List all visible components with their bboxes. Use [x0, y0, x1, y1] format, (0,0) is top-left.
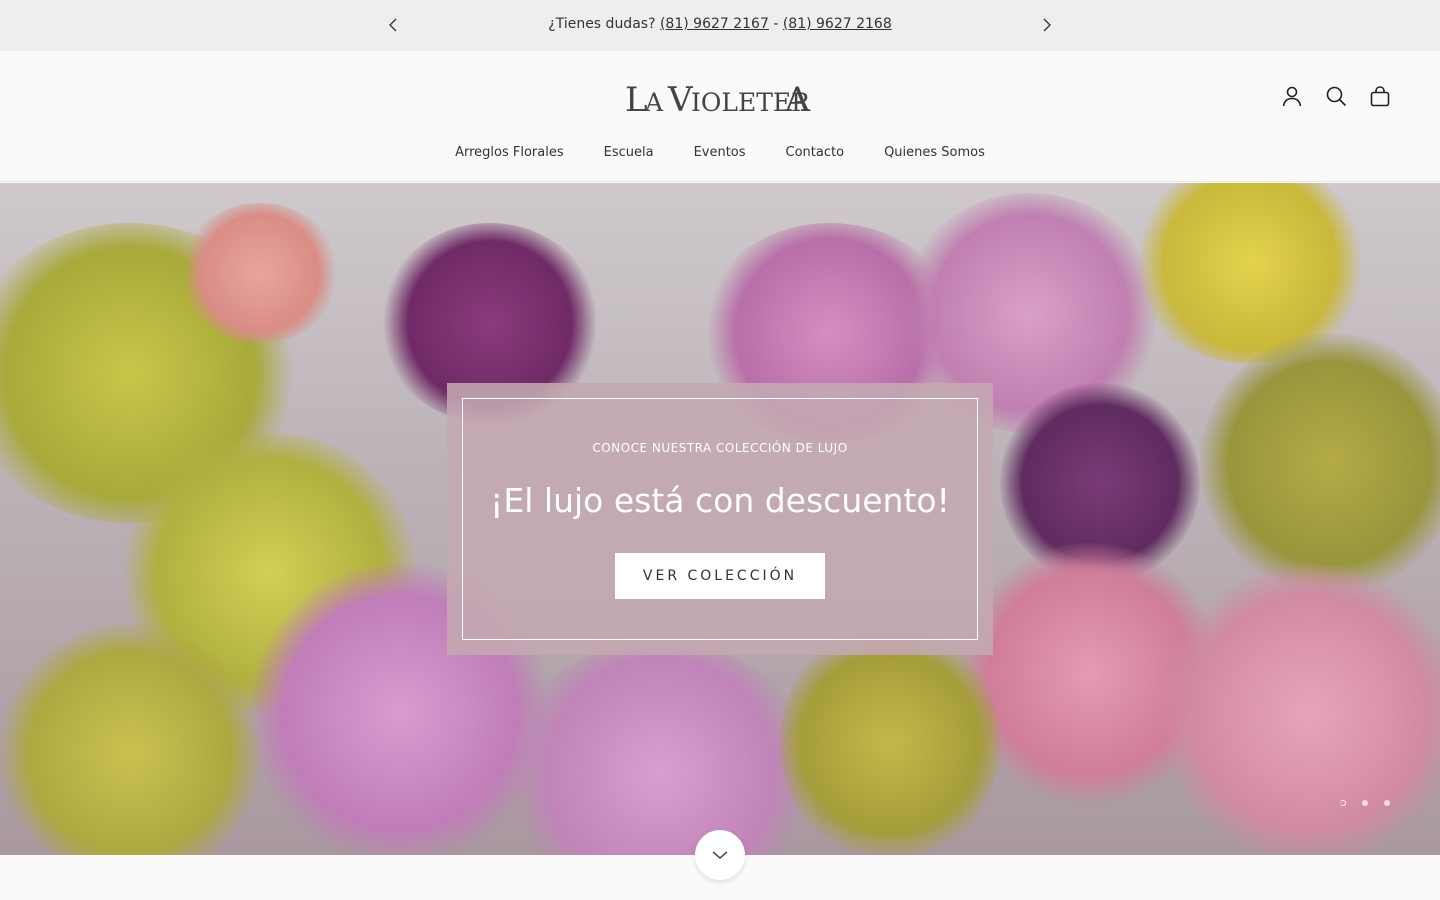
slide-dot-2[interactable] — [1362, 800, 1368, 806]
la-violetera-logo: L A V IOLETER A — [625, 80, 811, 118]
nav-eventos[interactable]: Eventos — [694, 145, 746, 160]
phone-link-2[interactable]: (81) 9627 2168 — [783, 16, 892, 32]
account-button[interactable] — [1280, 84, 1304, 108]
hero-promo-card: CONOCE NUESTRA COLECCIÓN DE LUJO ¡El luj… — [447, 383, 993, 655]
svg-text:A: A — [644, 88, 664, 117]
announcement-text: ¿Tienes dudas? (81) 9627 2167 - (81) 962… — [0, 16, 1440, 32]
announcement-bar: ¿Tienes dudas? (81) 9627 2167 - (81) 962… — [0, 0, 1440, 51]
hero-slideshow: CONOCE NUESTRA COLECCIÓN DE LUJO ¡El luj… — [0, 183, 1440, 855]
svg-text:V: V — [667, 80, 694, 118]
main-navigation: Arreglos Florales Escuela Eventos Contac… — [0, 145, 1440, 160]
slideshow-dots — [1340, 800, 1390, 806]
brand-logo[interactable]: L A V IOLETER A — [600, 77, 840, 119]
scroll-down-button[interactable] — [695, 830, 745, 880]
cart-button[interactable] — [1368, 84, 1392, 108]
hero-headline: ¡El lujo está con descuento! — [490, 481, 950, 520]
nav-contacto[interactable]: Contacto — [786, 145, 845, 160]
svg-text:A: A — [784, 80, 810, 118]
site-header: L A V IOLETER A Arreglos Florales Escuel… — [0, 51, 1440, 182]
next-announcement-button[interactable] — [1036, 14, 1058, 36]
announcement-separator: - — [768, 16, 783, 32]
nav-escuela[interactable]: Escuela — [604, 145, 654, 160]
phone-link-1[interactable]: (81) 9627 2167 — [660, 16, 769, 32]
search-icon — [1326, 86, 1347, 107]
chevron-down-icon — [712, 851, 728, 859]
view-collection-button[interactable]: VER COLECCIÓN — [615, 553, 825, 599]
search-button[interactable] — [1324, 84, 1348, 108]
slide-dot-3[interactable] — [1384, 800, 1390, 806]
nav-quienes-somos[interactable]: Quienes Somos — [884, 145, 985, 160]
slide-dot-1[interactable] — [1340, 800, 1346, 806]
hero-kicker: CONOCE NUESTRA COLECCIÓN DE LUJO — [592, 441, 848, 455]
chevron-right-icon — [1043, 18, 1051, 32]
bag-icon — [1370, 86, 1390, 107]
header-actions — [1280, 84, 1392, 108]
nav-arreglos-florales[interactable]: Arreglos Florales — [455, 145, 564, 160]
announcement-prefix: ¿Tienes dudas? — [548, 16, 656, 32]
account-icon — [1282, 86, 1302, 107]
